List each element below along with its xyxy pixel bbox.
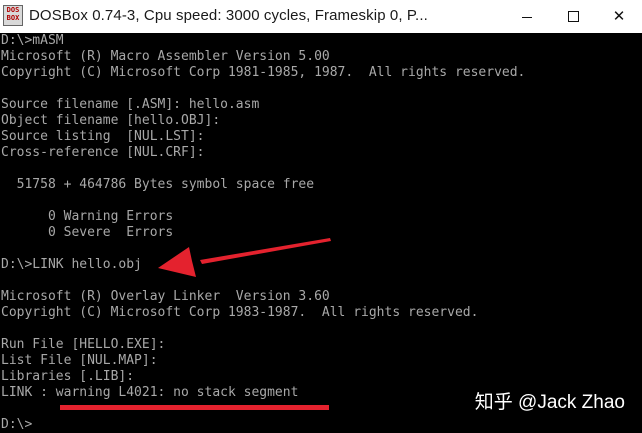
close-button[interactable]: ✕ xyxy=(596,0,642,33)
arrow-shaft xyxy=(200,238,331,264)
icon-text-box: BOX xyxy=(6,14,20,22)
dosbox-app-icon[interactable]: DOS BOX xyxy=(3,5,23,26)
title-bar[interactable]: DOS BOX DOSBox 0.74-3, Cpu speed: 3000 c… xyxy=(0,0,642,33)
window-title: DOSBox 0.74-3, Cpu speed: 3000 cycles, F… xyxy=(29,7,428,24)
arrow-head xyxy=(158,247,196,277)
icon-text-dos: DOS xyxy=(6,6,20,14)
watermark-text: 知乎 @Jack Zhao xyxy=(474,392,625,413)
red-underline-annotation xyxy=(60,405,329,410)
maximize-button[interactable] xyxy=(550,0,596,33)
minimize-icon xyxy=(522,17,532,18)
maximize-icon xyxy=(567,11,579,22)
red-arrow-annotation xyxy=(158,238,331,277)
minimize-button[interactable] xyxy=(504,0,550,33)
dos-console[interactable]: D:\>mASM Microsoft (R) Macro Assembler Ve… xyxy=(0,33,642,433)
close-icon: ✕ xyxy=(612,7,626,25)
